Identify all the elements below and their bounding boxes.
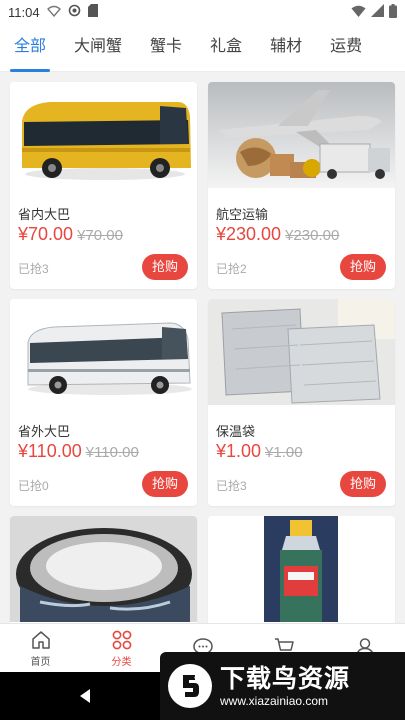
airplane-cargo-image xyxy=(208,82,395,188)
back-triangle-icon[interactable] xyxy=(76,686,96,706)
buy-button[interactable]: 抢购 xyxy=(142,254,188,280)
status-bar: 11:04 xyxy=(0,0,405,24)
bottle-image xyxy=(208,516,395,622)
insulated-bag-image xyxy=(208,299,395,405)
tab-all[interactable]: 全部 xyxy=(0,24,60,72)
product-price: ¥110.00 xyxy=(18,441,82,461)
home-icon xyxy=(31,630,50,649)
product-original-price: ¥1.00 xyxy=(265,444,303,461)
buy-button[interactable]: 抢购 xyxy=(340,254,386,280)
tab-shipping[interactable]: 运费 xyxy=(316,24,376,72)
product-card[interactable]: 保温袋 ¥1.00 ¥1.00 已抢3 抢购 xyxy=(208,299,395,506)
tab-crab-card[interactable]: 蟹卡 xyxy=(136,24,196,72)
sold-count: 已抢3 xyxy=(216,479,247,493)
tape-roll-image xyxy=(10,516,197,622)
product-original-price: ¥110.00 xyxy=(85,444,139,461)
sold-count: 已抢3 xyxy=(18,262,49,276)
category-icon xyxy=(112,630,131,649)
product-original-price: ¥230.00 xyxy=(285,227,340,244)
watermark-title: 下载鸟资源 xyxy=(220,664,351,693)
product-card[interactable] xyxy=(10,516,197,623)
product-card[interactable]: 省内大巴 ¥70.00 ¥70.00 已抢3 抢购 xyxy=(10,82,197,289)
signal-icon xyxy=(371,4,384,20)
sold-count: 已抢0 xyxy=(18,479,49,493)
product-name: 保温袋 xyxy=(216,424,256,439)
buy-button[interactable]: 抢购 xyxy=(142,471,188,497)
sync-icon xyxy=(68,4,81,20)
tab-gift-box[interactable]: 礼盒 xyxy=(196,24,256,72)
tab-hairy-crab[interactable]: 大闸蟹 xyxy=(60,24,136,72)
product-name: 省外大巴 xyxy=(18,424,71,439)
bird-logo-icon xyxy=(168,664,212,708)
tab-accessories[interactable]: 辅材 xyxy=(256,24,316,72)
battery-icon xyxy=(389,3,397,21)
product-price: ¥1.00 xyxy=(216,441,262,461)
nav-label: 分类 xyxy=(111,656,132,668)
product-grid: 省内大巴 ¥70.00 ¥70.00 已抢3 抢购 航空运输 ¥230.00 ¥… xyxy=(0,72,405,623)
product-card[interactable]: 航空运输 ¥230.00 ¥230.00 已抢2 抢购 xyxy=(208,82,395,289)
product-name: 省内大巴 xyxy=(18,207,71,222)
yellow-bus-image xyxy=(10,82,197,188)
nav-label: 首页 xyxy=(30,656,51,668)
status-time: 11:04 xyxy=(8,4,40,20)
product-original-price: ¥70.00 xyxy=(77,227,123,244)
sd-card-icon xyxy=(87,4,98,20)
product-name: 航空运输 xyxy=(216,207,269,222)
watermark-url: www.xiazainiao.com xyxy=(220,694,329,708)
product-card[interactable]: 省外大巴 ¥110.00 ¥110.00 已抢0 抢购 xyxy=(10,299,197,506)
product-price: ¥230.00 xyxy=(216,224,282,244)
product-price: ¥70.00 xyxy=(18,224,74,244)
category-tabs: 全部 大闸蟹 蟹卡 礼盒 辅材 运费 xyxy=(0,24,405,72)
white-bus-image xyxy=(10,299,197,405)
wifi-off-icon xyxy=(46,5,61,20)
nav-category[interactable]: 分类 xyxy=(81,624,162,672)
product-card[interactable] xyxy=(208,516,395,623)
watermark-logo: 下载鸟资源 www.xiazainiao.com xyxy=(160,652,405,720)
wifi-icon xyxy=(351,5,366,20)
buy-button[interactable]: 抢购 xyxy=(340,471,386,497)
nav-home[interactable]: 首页 xyxy=(0,624,81,672)
sold-count: 已抢2 xyxy=(216,262,247,276)
